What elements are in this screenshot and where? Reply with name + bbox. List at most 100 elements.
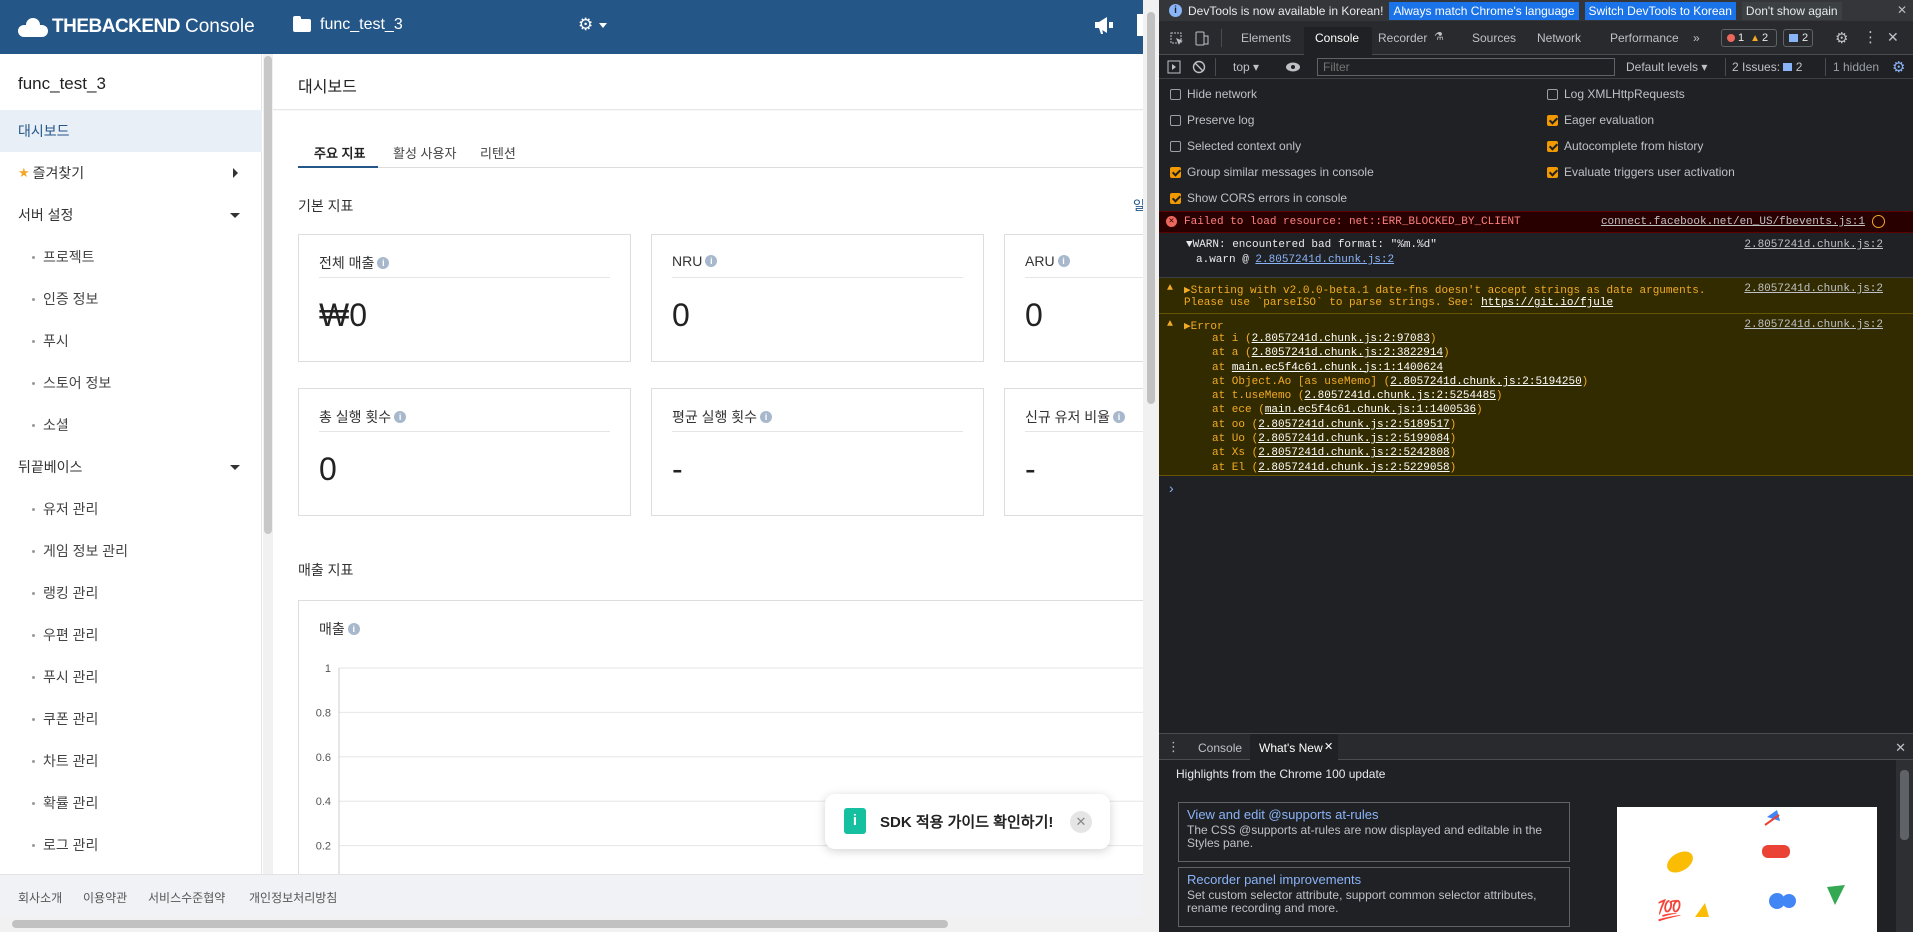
info-icon[interactable]: i xyxy=(1113,411,1126,423)
checkbox[interactable] xyxy=(1170,166,1181,178)
footer-link-sla[interactable]: 서비스수준협약 xyxy=(148,889,225,906)
logo[interactable]: THEBACKEND Console xyxy=(18,13,255,41)
info-icon[interactable]: i xyxy=(760,411,773,423)
log-levels-dropdown[interactable]: Default levels ▾ xyxy=(1626,60,1707,74)
tab-console[interactable]: Console xyxy=(1315,31,1359,45)
sidebar-item-auth[interactable]: 인증 정보 xyxy=(0,278,262,320)
card-title[interactable]: View and edit @supports at-rules xyxy=(1187,807,1561,822)
sidebar-item-project[interactable]: 프로젝트 xyxy=(0,236,262,278)
close-icon[interactable]: ✕ xyxy=(1895,740,1906,756)
drawer-scrollbar[interactable] xyxy=(1896,760,1913,932)
sidebar-item-log[interactable]: 로그 관리 xyxy=(0,824,262,866)
console-error-row[interactable]: ✕ Failed to load resource: net::ERR_BLOC… xyxy=(1159,211,1913,233)
checkbox[interactable] xyxy=(1170,192,1181,204)
checkbox[interactable] xyxy=(1170,114,1181,126)
tab-sources[interactable]: Sources xyxy=(1472,31,1516,45)
device-toolbar-icon[interactable] xyxy=(1195,31,1209,47)
stack-link[interactable]: main.ec5f4c61.chunk.js:1:1400624 xyxy=(1232,362,1443,374)
stack-link[interactable]: 2.8057241d.chunk.js:2:5189517 xyxy=(1258,419,1449,431)
console-error-stack-row[interactable]: ▲ ▶Error 2.8057241d.chunk.js:2 at i (2.8… xyxy=(1159,314,1913,476)
info-icon[interactable]: i xyxy=(394,411,407,423)
console-warning-row[interactable]: ▲ ▶Starting with v2.0.0-beta.1 date-fns … xyxy=(1159,278,1913,314)
option-eager-evaluation[interactable]: Eager evaluation xyxy=(1547,113,1654,127)
message-counter[interactable]: 2 xyxy=(1783,29,1813,47)
stack-link[interactable]: 2.8057241d.chunk.js:2:5194250 xyxy=(1390,376,1581,388)
stack-link[interactable]: 2.8057241d.chunk.js:2:5199084 xyxy=(1258,433,1449,445)
megaphone-icon[interactable] xyxy=(1093,14,1117,36)
scrollbar-thumb[interactable] xyxy=(12,920,948,928)
info-icon[interactable]: i xyxy=(1057,255,1070,267)
sidebar-item-server-settings[interactable]: 서버 설정 xyxy=(0,194,262,236)
sidebar-item-favorites[interactable]: ★ 즐겨찾기 xyxy=(0,152,262,194)
checkbox[interactable] xyxy=(1170,88,1181,100)
whats-new-card[interactable]: Recorder panel improvements Set custom s… xyxy=(1178,867,1570,927)
sidebar-item-probability[interactable]: 확률 관리 xyxy=(0,782,262,824)
info-icon[interactable]: i xyxy=(377,257,390,269)
page-vertical-scrollbar[interactable] xyxy=(1143,0,1159,932)
warning-link[interactable]: https://git.io/fjule xyxy=(1481,297,1613,309)
drawer-tab-console[interactable]: Console xyxy=(1198,741,1242,755)
console-warn-group[interactable]: ▼WARN: encountered bad format: "%m.%d" 2… xyxy=(1159,233,1913,278)
period-link[interactable]: 일 xyxy=(1133,195,1143,214)
info-icon[interactable]: i xyxy=(347,623,360,635)
card-title[interactable]: Recorder panel improvements xyxy=(1187,872,1561,887)
stack-link[interactable]: main.ec5f4c61.chunk.js:1:1400536 xyxy=(1265,404,1476,416)
sdk-guide-toast[interactable]: i SDK 적용 가이드 확인하기! ✕ xyxy=(825,794,1110,849)
tab-elements[interactable]: Elements xyxy=(1241,31,1291,45)
tab-retention[interactable]: 리텐션 xyxy=(480,143,516,162)
checkbox[interactable] xyxy=(1170,140,1181,152)
stack-link[interactable]: 2.8057241d.chunk.js:2:97083 xyxy=(1252,333,1430,345)
sidebar-toggle-icon[interactable] xyxy=(1167,60,1181,74)
checkbox[interactable] xyxy=(1547,166,1558,178)
option-preserve-log[interactable]: Preserve log xyxy=(1170,113,1254,127)
kebab-menu-icon[interactable]: ⋮ xyxy=(1167,739,1180,755)
footer-link-about[interactable]: 회사소개 xyxy=(18,889,62,906)
scrollbar-thumb[interactable] xyxy=(1147,12,1155,404)
option-log-xhr[interactable]: Log XMLHttpRequests xyxy=(1547,87,1685,101)
switch-korean-button[interactable]: Switch DevTools to Korean xyxy=(1584,1,1736,20)
stack-link[interactable]: 2.8057241d.chunk.js:2:3822914 xyxy=(1252,347,1443,359)
source-link[interactable]: 2.8057241d.chunk.js:2 xyxy=(1744,319,1883,331)
tab-recorder[interactable]: Recorder xyxy=(1378,31,1427,45)
sidebar-item-game-info[interactable]: 게임 정보 관리 xyxy=(0,530,262,572)
option-hide-network[interactable]: Hide network xyxy=(1170,87,1257,101)
tab-network[interactable]: Network xyxy=(1537,31,1581,45)
option-group-similar[interactable]: Group similar messages in console xyxy=(1170,165,1374,179)
issue-icon[interactable] xyxy=(1872,215,1885,228)
tab-active-users[interactable]: 활성 사용자 xyxy=(393,143,456,162)
source-link[interactable]: connect.facebook.net/en_US/fbevents.js:1 xyxy=(1601,216,1865,228)
sidebar-item-social[interactable]: 소셜 xyxy=(0,404,262,446)
sidebar-item-chart[interactable]: 차트 관리 xyxy=(0,740,262,782)
tab-key-metrics[interactable]: 주요 지표 xyxy=(314,143,365,162)
close-icon[interactable]: ✕ xyxy=(1324,740,1333,753)
sidebar-item-mail[interactable]: 우편 관리 xyxy=(0,614,262,656)
option-autocomplete[interactable]: Autocomplete from history xyxy=(1547,139,1703,153)
eye-icon[interactable] xyxy=(1285,61,1301,73)
sidebar-item-dashboard[interactable]: 대시보드 xyxy=(0,110,262,152)
settings-menu-button[interactable]: ⚙ xyxy=(578,15,608,35)
filter-input[interactable] xyxy=(1317,58,1615,76)
scrollbar-thumb[interactable] xyxy=(264,56,272,534)
footer-link-terms[interactable]: 이용약관 xyxy=(83,889,127,906)
gear-icon[interactable]: ⚙ xyxy=(1892,58,1905,76)
option-selected-context[interactable]: Selected context only xyxy=(1170,139,1301,153)
horizontal-scrollbar[interactable] xyxy=(0,916,1143,932)
toast-text[interactable]: SDK 적용 가이드 확인하기! xyxy=(880,811,1053,832)
kebab-menu-icon[interactable]: ⋮ xyxy=(1863,28,1878,46)
close-icon[interactable]: ✕ xyxy=(1887,29,1899,46)
stack-link[interactable]: 2.8057241d.chunk.js:2:5229058 xyxy=(1258,462,1449,474)
issues-button[interactable]: 2 Issues: 2 xyxy=(1732,60,1802,74)
info-icon[interactable]: i xyxy=(705,255,718,267)
match-language-button[interactable]: Always match Chrome's language xyxy=(1389,1,1579,20)
source-link[interactable]: 2.8057241d.chunk.js:2 xyxy=(1744,283,1883,295)
tab-performance[interactable]: Performance xyxy=(1610,31,1679,45)
sidebar-item-store[interactable]: 스토어 정보 xyxy=(0,362,262,404)
gear-icon[interactable]: ⚙ xyxy=(1835,29,1848,47)
dont-show-button[interactable]: Don't show again xyxy=(1741,1,1842,20)
checkbox[interactable] xyxy=(1547,140,1558,152)
source-link[interactable]: 2.8057241d.chunk.js:2 xyxy=(1744,239,1883,251)
project-selector[interactable]: func_test_3 xyxy=(293,15,403,34)
whats-new-card[interactable]: View and edit @supports at-rules The CSS… xyxy=(1178,802,1570,862)
close-icon[interactable]: ✕ xyxy=(1897,3,1907,17)
sidebar-item-user-management[interactable]: 유저 관리 xyxy=(0,488,262,530)
